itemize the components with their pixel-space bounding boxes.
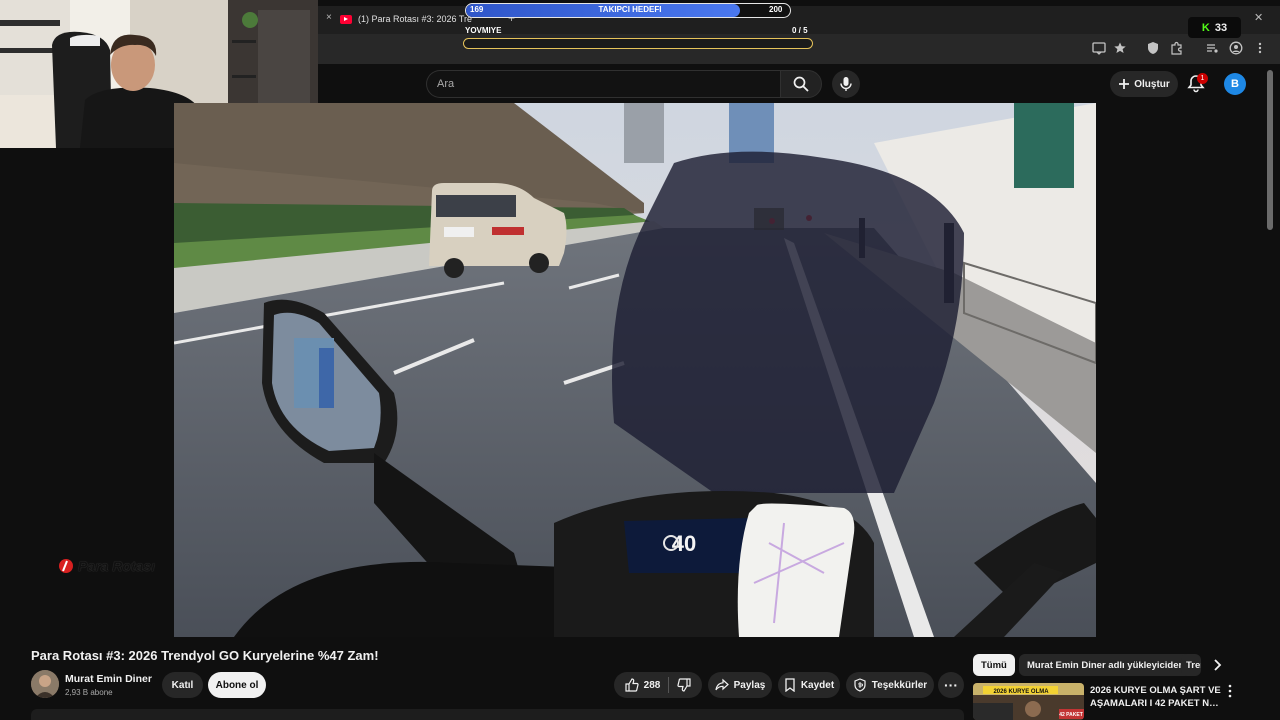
kick-logo-icon: K [1201,21,1210,34]
recommended-video-menu-icon[interactable] [1227,684,1233,701]
kick-viewer-counter: K 33 [1188,17,1241,38]
bookmark-star-icon[interactable] [1113,41,1127,55]
plus-icon [1119,79,1130,89]
save-button[interactable]: Kaydet [778,672,840,698]
youtube-favicon-icon [340,14,352,24]
video-title: Para Rotası #3: 2026 Trendyol GO Kuryele… [31,648,379,663]
chips-next-button[interactable] [1213,658,1223,675]
share-label: Paylaş [733,679,766,691]
follower-goal-title: TAKIPCI HEDEFI [598,5,662,14]
like-dislike-group: 288 [614,672,702,698]
follower-goal-target: 200 [769,5,783,14]
account-avatar[interactable]: B [1224,73,1246,95]
browser-menu-icon[interactable] [1253,41,1267,55]
cast-icon[interactable] [1092,41,1106,55]
daily-goal-count: 0 / 5 [792,26,808,35]
voice-search-button[interactable] [832,70,860,98]
follower-goal-current: 169 [470,5,484,14]
kick-viewer-count: 33 [1214,21,1228,34]
search-button[interactable] [780,70,822,98]
browser-tab[interactable]: (1) Para Rotası #3: 2026 Tre [340,8,480,30]
description-box-edge [31,709,964,720]
share-button[interactable]: Paylaş [708,672,772,698]
daily-goal-label: YOVMIYE [465,26,502,35]
daily-goal-bar [463,38,813,49]
thanks-button[interactable]: Teşekkürler [846,672,934,698]
recommended-video-thumbnail[interactable]: 2026 KURYE OLMA 42 PAKET [973,683,1084,720]
watermark-logo-icon [59,559,73,573]
save-label: Kaydet [800,679,835,691]
dislike-icon[interactable] [677,678,691,692]
like-icon[interactable] [625,678,639,692]
channel-name[interactable]: Murat Emin Diner [65,673,152,685]
microphone-icon [840,77,852,91]
subscribe-button[interactable]: Abone ol [208,672,266,698]
chip-related[interactable]: Trendyol [1181,654,1201,676]
like-count[interactable]: 288 [644,680,661,691]
recommended-title-line-2: AŞAMALARI I 42 PAKET NET ... [1090,698,1222,709]
extensions-puzzle-icon[interactable] [1170,41,1184,55]
profile-icon[interactable] [1229,41,1243,55]
tab-title: (1) Para Rotası #3: 2026 Tre [358,14,473,24]
super-thanks-icon [854,678,866,692]
tab-close-icon[interactable]: × [326,12,332,23]
create-label: Oluştur [1134,78,1170,90]
watermark-text: Para Rotası [78,558,156,574]
window-close-button[interactable]: ✕ [1254,11,1263,24]
search-input[interactable]: Ara [426,70,780,98]
thumb-headline: 2026 KURYE OLMA [993,689,1049,695]
bookmark-icon [785,678,795,692]
search-icon [793,76,809,92]
create-button[interactable]: Oluştur [1110,71,1178,97]
video-player[interactable]: 40 [174,103,1096,637]
recommended-title-line-1: 2026 KURYE OLMA ŞART VE [1090,685,1221,696]
chevron-right-icon [1214,659,1222,671]
channel-avatar[interactable] [31,670,59,698]
page-scrollbar[interactable] [1267,70,1273,230]
more-actions-button[interactable]: ··· [938,672,964,698]
subscriber-count: 2,93 B abone [65,688,113,697]
shield-extension-icon[interactable] [1146,41,1160,55]
chip-all[interactable]: Tümü [973,654,1015,676]
thumb-badge: 42 PAKET [1059,712,1083,718]
like-divider [668,677,670,693]
notification-count-badge: 1 [1197,73,1208,84]
recommended-video-title[interactable]: 2026 KURYE OLMA ŞART VE AŞAMALARI I 42 P… [1090,684,1222,710]
media-control-icon[interactable] [1205,41,1219,55]
speedometer-reading: 40 [672,531,696,556]
join-button[interactable]: Katıl [162,672,203,698]
thanks-label: Teşekkürler [871,679,928,691]
channel-watermark: Para Rotası [58,558,155,574]
share-icon [715,678,729,691]
chip-from-uploader[interactable]: Murat Emin Diner adlı yükleyiciden [1019,654,1193,676]
